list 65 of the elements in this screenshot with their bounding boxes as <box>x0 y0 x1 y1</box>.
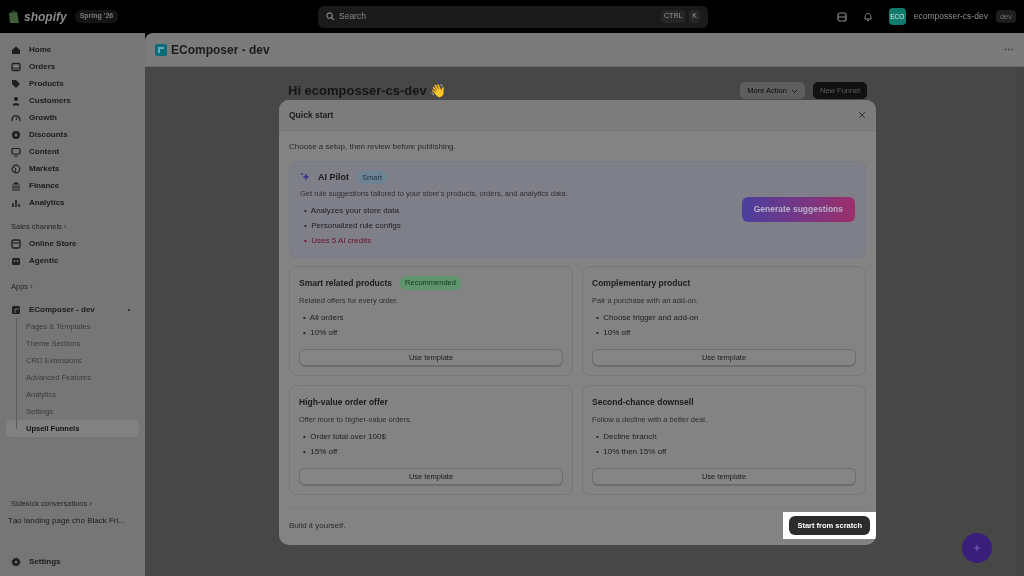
sidebar-item[interactable]: Online Store <box>6 235 139 252</box>
sidebar-item[interactable]: Discounts <box>6 126 139 143</box>
tag-icon <box>11 78 21 89</box>
bullet-item: • Choose trigger and add-on <box>596 312 700 325</box>
dialog-title: Quick start <box>289 108 334 122</box>
card-title: Second-chance downsell <box>592 395 694 409</box>
bullet-item: • Uses 5 AI credits <box>304 235 373 248</box>
bullet-item: • Order total over 100$ <box>303 431 387 444</box>
app-title: EComposer - dev <box>171 41 270 59</box>
app-item[interactable]: EComposer - dev <box>6 301 139 318</box>
more-icon[interactable] <box>1004 48 1014 51</box>
dialog-intro: Choose a setup, then review before publishing. <box>289 141 457 153</box>
sidebar-item[interactable]: Markets <box>6 160 139 177</box>
sidebar-item[interactable]: Home <box>6 41 139 58</box>
store-icon[interactable] <box>836 11 847 22</box>
bullet-item: • Personalized rule configs <box>304 220 402 233</box>
sidebar-item[interactable]: Agentic <box>6 252 139 269</box>
generate-suggestions-button[interactable]: Generate suggestions <box>741 197 855 222</box>
bullet-item: • All orders <box>303 312 345 325</box>
tray-icon <box>11 61 21 72</box>
badge-icon <box>11 129 21 140</box>
sidebar-item[interactable]: Orders <box>6 58 139 75</box>
footer-text: Build it yourself. <box>289 519 346 532</box>
scrollbar[interactable] <box>1016 67 1024 576</box>
bullet-item: • Decline branch <box>596 431 658 444</box>
sidebar-item[interactable]: Growth <box>6 109 139 126</box>
sidebar-item[interactable]: Analytics <box>6 194 139 211</box>
card-title: AI Pilot <box>318 170 349 184</box>
sparkle-icon <box>300 172 310 183</box>
sidebar-item[interactable]: Customers <box>6 92 139 109</box>
gauge-icon <box>11 112 21 123</box>
conversation-item[interactable]: Tạo landing page cho Black Fri... <box>6 512 139 529</box>
globe-icon <box>11 163 21 174</box>
brand-logo[interactable]: shopify <box>24 7 67 26</box>
search-placeholder: Search <box>339 10 367 23</box>
bar-chart-icon <box>11 197 21 208</box>
settings-item[interactable]: Settings <box>6 553 139 570</box>
sidebar-item[interactable]: Content <box>6 143 139 160</box>
sidebar-item[interactable]: Products <box>6 75 139 92</box>
bullet-item: • 10% then 15% off <box>596 446 668 459</box>
bullet-item: • 10% off <box>596 327 632 340</box>
bell-icon[interactable] <box>862 11 873 22</box>
close-icon[interactable] <box>858 111 866 119</box>
storefront-icon <box>11 238 21 249</box>
app-name: EComposer - dev <box>29 303 95 316</box>
bullet-item: • 15% off <box>303 446 339 459</box>
bank-icon <box>11 180 21 191</box>
store-name[interactable]: ecomposser-cs-dev <box>913 10 988 23</box>
shopping-bag-icon <box>8 9 20 24</box>
app-logo-icon <box>11 304 21 315</box>
card-title: Complementary product <box>592 276 691 290</box>
app-logo-icon <box>155 43 167 56</box>
person-icon <box>11 95 21 106</box>
bullet-item: • 10% off <box>303 327 339 340</box>
monitor-icon <box>11 146 21 157</box>
sparkle-icon <box>972 543 982 553</box>
search-icon <box>326 12 335 21</box>
card-title: High-value order offer <box>299 395 388 409</box>
sidebar-item[interactable]: Finance <box>6 177 139 194</box>
bullet-item: • Analyzes your store data <box>304 205 400 218</box>
robot-icon <box>11 255 21 266</box>
house-icon <box>11 44 21 55</box>
card-title: Smart related products <box>299 276 393 290</box>
caret-icon <box>790 88 798 94</box>
gear-icon <box>11 556 21 567</box>
